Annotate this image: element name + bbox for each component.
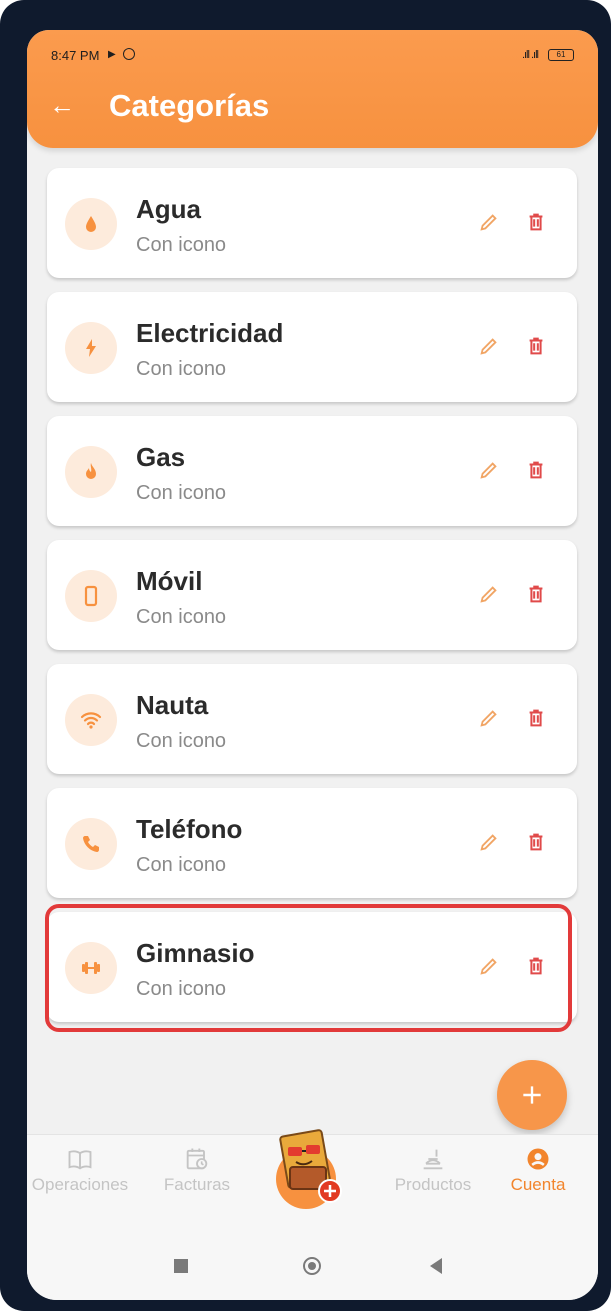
nav-item-facturas[interactable]: Facturas	[142, 1145, 252, 1195]
nav-label: Facturas	[163, 1175, 231, 1194]
calendar-clock-icon	[186, 1148, 208, 1170]
highlight-annotation	[45, 904, 572, 1032]
receipt-icon	[423, 1149, 443, 1170]
trash-icon[interactable]	[525, 210, 547, 234]
category-card-agua[interactable]: Agua Con icono	[47, 168, 577, 278]
trash-icon[interactable]	[525, 830, 547, 854]
nav-label: Cuenta	[510, 1175, 566, 1194]
lightning-icon	[65, 322, 117, 374]
category-subtitle: Con icono	[136, 482, 227, 504]
trash-icon[interactable]	[525, 706, 547, 730]
nav-item-operaciones[interactable]: Operaciones	[27, 1145, 135, 1195]
flame-icon	[65, 446, 117, 498]
home-button[interactable]	[303, 1257, 321, 1275]
trash-icon[interactable]	[525, 334, 547, 358]
trash-icon[interactable]	[525, 458, 547, 482]
trash-icon[interactable]	[525, 582, 547, 606]
pencil-icon[interactable]	[478, 459, 500, 481]
category-name: Gas	[136, 442, 186, 472]
category-card-nauta[interactable]: Nauta Con icono	[47, 664, 577, 774]
app-bar: 8:47 PM ▶ .ıll .ıll 61 ← Categorías	[27, 30, 598, 148]
category-subtitle: Con icono	[136, 358, 227, 380]
nav-item-productos[interactable]: Productos	[378, 1145, 488, 1195]
category-name: Teléfono	[136, 814, 243, 844]
nav-label: Operaciones	[31, 1175, 129, 1194]
account-circle-icon	[527, 1148, 549, 1170]
status-time: 8:47 PM	[51, 48, 100, 63]
phone-icon	[65, 818, 117, 870]
play-icon: ▶	[108, 49, 116, 60]
add-category-button[interactable]	[497, 1060, 567, 1130]
category-card-electricidad[interactable]: Electricidad Con icono	[47, 292, 577, 402]
category-subtitle: Con icono	[136, 606, 227, 628]
category-name: Agua	[136, 194, 201, 224]
category-subtitle: Con icono	[136, 730, 227, 752]
pencil-icon[interactable]	[478, 211, 500, 233]
category-subtitle: Con icono	[136, 234, 227, 256]
water-drop-icon	[65, 198, 117, 250]
mascot-icon	[276, 1129, 342, 1209]
signal-icon: .ıll .ıll	[521, 49, 539, 61]
pencil-icon[interactable]	[478, 707, 500, 729]
battery-icon: 61	[548, 49, 574, 61]
page-title: Categorías	[109, 88, 270, 123]
category-name: Nauta	[136, 690, 209, 720]
category-subtitle: Con icono	[136, 854, 227, 876]
back-button[interactable]	[430, 1258, 442, 1274]
nav-item-cuenta[interactable]: Cuenta	[483, 1145, 593, 1195]
category-card-movil[interactable]: Móvil Con icono	[47, 540, 577, 650]
category-card-telefono[interactable]: Teléfono Con icono	[47, 788, 577, 898]
status-bar: 8:47 PM ▶ .ıll .ıll 61	[51, 48, 574, 68]
category-name: Móvil	[136, 566, 203, 596]
nav-label: Productos	[394, 1175, 472, 1194]
pencil-icon[interactable]	[478, 335, 500, 357]
plus-icon	[523, 1086, 541, 1104]
pencil-icon[interactable]	[478, 583, 500, 605]
bottom-navigation: Operaciones Facturas Productos Cuenta	[27, 1129, 598, 1235]
book-icon	[68, 1150, 92, 1170]
app-screen: 8:47 PM ▶ .ıll .ıll 61 ← Categorías Agua…	[27, 30, 598, 1300]
category-name: Electricidad	[136, 318, 284, 348]
wifi-icon	[65, 694, 117, 746]
notification-icon	[123, 48, 135, 60]
system-navigation-bar	[27, 1234, 598, 1300]
mobile-phone-icon	[65, 570, 117, 622]
category-card-gas[interactable]: Gas Con icono	[47, 416, 577, 526]
arrow-left-icon[interactable]: ←	[49, 90, 75, 120]
device-frame: 8:47 PM ▶ .ıll .ıll 61 ← Categorías Agua…	[0, 0, 611, 1311]
pencil-icon[interactable]	[478, 831, 500, 853]
recent-apps-button[interactable]	[174, 1259, 188, 1273]
mascot-add-button[interactable]	[270, 1119, 352, 1209]
